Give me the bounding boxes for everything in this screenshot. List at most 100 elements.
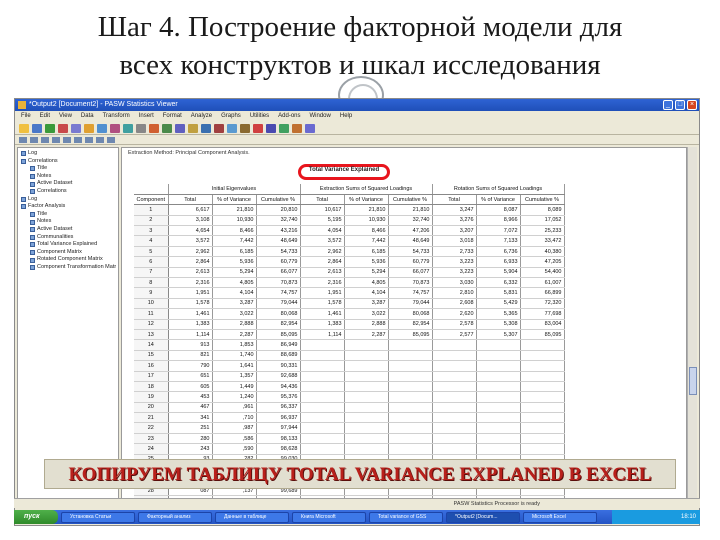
toolbar-button[interactable] xyxy=(175,123,185,133)
toolbar-button[interactable] xyxy=(292,123,302,133)
toolbar-button[interactable] xyxy=(227,123,237,133)
toolbar-button[interactable] xyxy=(74,136,82,143)
vertical-scrollbar[interactable] xyxy=(687,147,697,507)
table-cell: 72,320 xyxy=(520,298,565,310)
table-column-header: % of Variance xyxy=(344,194,389,206)
menu-item[interactable]: Add-ons xyxy=(278,111,300,122)
table-cell: 85,095 xyxy=(388,329,433,341)
table-cell xyxy=(476,371,521,382)
table-cell: 5,294 xyxy=(212,267,257,279)
toolbar-button[interactable] xyxy=(58,123,68,133)
table-cell: 96,937 xyxy=(256,412,301,424)
table-cell xyxy=(520,402,565,414)
toolbar-button[interactable] xyxy=(253,123,263,133)
taskbar-item[interactable]: Microsoft Excel xyxy=(523,511,597,523)
toolbar-button[interactable] xyxy=(305,123,315,133)
menu-item[interactable]: Format xyxy=(163,111,182,122)
table-cell: 98,628 xyxy=(256,443,301,455)
table-column-header: Cumulative % xyxy=(256,194,301,206)
menu-item[interactable]: Utilities xyxy=(250,111,269,122)
table-cell: 74,757 xyxy=(256,287,301,299)
table-cell xyxy=(344,412,389,424)
taskbar-item[interactable]: Данные в таблице xyxy=(215,511,289,523)
window-titlebar[interactable]: *Output2 [Document2] - PASW Statistics V… xyxy=(15,99,699,111)
toolbar-button[interactable] xyxy=(266,123,276,133)
outline-item[interactable]: Active Dataset xyxy=(20,226,116,234)
menu-item[interactable]: Window xyxy=(310,111,331,122)
table-cell: 33,472 xyxy=(520,235,565,247)
taskbar-item[interactable]: Total variance of GSS xyxy=(369,511,443,523)
toolbar-button[interactable] xyxy=(136,123,146,133)
menu-item[interactable]: Data xyxy=(81,111,94,122)
table-cell xyxy=(432,371,477,382)
toolbar-button[interactable] xyxy=(201,123,211,133)
outline-item[interactable]: Notes xyxy=(20,218,116,226)
outline-item[interactable]: Factor Analysis xyxy=(20,203,116,211)
menu-item[interactable]: Transform xyxy=(103,111,130,122)
table-cell xyxy=(520,381,565,393)
taskbar-item[interactable]: Книга Microsoft xyxy=(292,511,366,523)
toolbar-button[interactable] xyxy=(52,136,60,143)
toolbar-button[interactable] xyxy=(85,136,93,143)
toolbar-button[interactable] xyxy=(107,136,115,143)
toolbar-button[interactable] xyxy=(240,123,250,133)
toolbar-button[interactable] xyxy=(110,123,120,133)
outline-item-label: Notes xyxy=(37,218,52,225)
toolbar-button[interactable] xyxy=(162,123,172,133)
table-cell: 1,461 xyxy=(300,308,345,320)
menu-item[interactable]: View xyxy=(59,111,72,122)
toolbar-button[interactable] xyxy=(19,136,27,143)
outline-item[interactable]: Title xyxy=(20,165,116,173)
output-outline-pane[interactable]: Log Correlations Title Notes Active Dataset C… xyxy=(17,147,119,507)
menu-item[interactable]: Graphs xyxy=(221,111,241,122)
menu-item[interactable]: Insert xyxy=(139,111,154,122)
taskbar-item[interactable]: *Output2 [Docum... xyxy=(446,511,520,523)
start-button[interactable]: пуск xyxy=(14,510,58,524)
menu-item[interactable]: Analyze xyxy=(191,111,212,122)
toolbar-button[interactable] xyxy=(63,136,71,143)
toolbar-button[interactable] xyxy=(123,123,133,133)
toolbar-button[interactable] xyxy=(41,136,49,143)
outline-item[interactable]: Log xyxy=(20,150,116,158)
toolbar-button[interactable] xyxy=(188,123,198,133)
toolbar-button[interactable] xyxy=(30,136,38,143)
output-viewer-pane[interactable]: Extraction Method: Principal Component A… xyxy=(121,147,687,507)
outline-item[interactable]: Active Dataset xyxy=(20,180,116,188)
table-cell: 5,429 xyxy=(476,298,521,310)
toolbar-button[interactable] xyxy=(45,123,55,133)
taskbar-item[interactable]: Установка Статьи xyxy=(61,511,135,523)
menu-item[interactable]: Help xyxy=(340,111,352,122)
menu-item[interactable]: File xyxy=(21,111,31,122)
outline-item[interactable]: Total Variance Explained xyxy=(20,241,116,249)
table-cell xyxy=(388,350,433,362)
outline-item[interactable]: Rotated Component Matrix xyxy=(20,256,116,264)
outline-item[interactable]: Correlations xyxy=(20,188,116,196)
outline-item[interactable]: Notes xyxy=(20,173,116,181)
outline-item[interactable]: Component Matrix xyxy=(20,249,116,257)
outline-item[interactable]: Component Transformation Matrix xyxy=(20,264,116,272)
outline-item[interactable]: Communalities xyxy=(20,234,116,242)
toolbar-button[interactable] xyxy=(32,123,42,133)
table-cell: 40,380 xyxy=(520,246,565,258)
toolbar-button[interactable] xyxy=(96,136,104,143)
taskbar-item[interactable]: Факторный анализ xyxy=(138,511,212,523)
outline-item[interactable]: Title xyxy=(20,211,116,219)
toolbar-button[interactable] xyxy=(149,123,159,133)
toolbar-button[interactable] xyxy=(71,123,81,133)
toolbar-button[interactable] xyxy=(19,123,29,133)
outline-item[interactable]: Log xyxy=(20,196,116,204)
maximize-button[interactable]: □ xyxy=(675,100,685,110)
toolbar-button[interactable] xyxy=(214,123,224,133)
scrollbar-thumb[interactable] xyxy=(689,367,697,395)
component-number-cell: 8 xyxy=(134,277,169,289)
table-cell: 3,572 xyxy=(168,235,213,247)
menu-item[interactable]: Edit xyxy=(40,111,50,122)
table-cell: 80,068 xyxy=(256,308,301,320)
close-button[interactable]: × xyxy=(687,100,697,110)
toolbar-button[interactable] xyxy=(279,123,289,133)
toolbar-button[interactable] xyxy=(84,123,94,133)
toolbar-button[interactable] xyxy=(97,123,107,133)
outline-item[interactable]: Correlations xyxy=(20,158,116,166)
minimize-button[interactable]: _ xyxy=(663,100,673,110)
table-cell: 48,649 xyxy=(256,235,301,247)
